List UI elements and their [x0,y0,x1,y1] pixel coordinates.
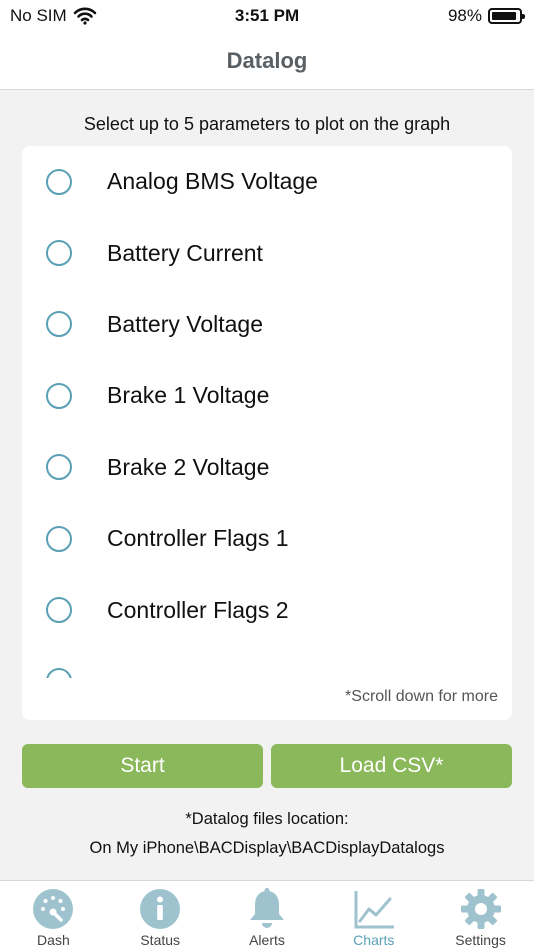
scroll-hint: *Scroll down for more [345,688,498,705]
parameter-list[interactable]: Analog BMS Voltage Battery Current Batte… [22,146,512,678]
tab-label: Alerts [249,932,285,948]
parameter-row[interactable]: Battery Current [22,217,512,288]
radio-button[interactable] [46,382,72,409]
instructions-text: Select up to 5 parameters to plot on the… [83,114,451,134]
radio-button[interactable] [46,597,72,624]
parameter-row[interactable]: Brake 2 Voltage [22,432,512,503]
parameter-label: Battery Current [107,239,263,266]
tab-label: Dash [37,932,70,948]
tab-label: Settings [455,932,506,948]
parameter-row[interactable]: Brake 1 Voltage [22,360,512,431]
radio-button[interactable] [46,525,72,552]
radio-button[interactable] [46,454,72,481]
status-bar: No SIM 3:51 PM 98% [0,0,534,32]
nav-bar: Datalog [0,32,534,90]
tab-charts[interactable]: Charts [320,881,427,950]
battery-percent: 98% [447,6,482,25]
info-icon [140,889,181,929]
tab-status[interactable]: Status [107,881,214,950]
chart-icon [354,891,394,929]
parameter-row[interactable]: Controller Flags 1 [22,503,512,574]
tab-dash[interactable]: Dash [0,881,107,950]
parameter-label: Controller Flags 2 [107,596,289,623]
status-bar-right: 98% [447,6,525,26]
radio-button[interactable] [46,168,72,195]
files-location-title: *Datalog files location: [185,810,349,828]
radio-button[interactable] [46,311,72,338]
parameter-card: Analog BMS Voltage Battery Current Batte… [22,146,512,720]
start-button[interactable]: Start [22,744,263,788]
bell-icon [249,888,284,928]
gear-icon [460,889,501,929]
page-title: Datalog [226,48,308,73]
tab-alerts[interactable]: Alerts [214,881,321,950]
parameter-label: Controller Flags 1 [107,525,289,552]
parameter-label: Brake 2 Voltage [107,453,270,480]
parameter-row[interactable]: Controller Flags 2 [22,574,512,645]
parameter-label: Analog BMS Voltage [107,168,318,195]
load-csv-button[interactable]: Load CSV* [271,744,512,788]
files-location-path: On My iPhone\BACDisplay\BACDisplayDatalo… [89,839,445,857]
tab-label: Charts [353,932,395,948]
tab-settings[interactable]: Settings [427,881,534,950]
gauge-icon [33,889,74,929]
parameter-row[interactable] [22,646,512,678]
radio-button[interactable] [46,668,72,678]
battery-icon [488,8,525,24]
tab-label: Status [140,932,181,948]
radio-button[interactable] [46,240,72,267]
tab-bar: Dash Status Alerts Charts Settings [0,880,534,950]
parameter-row[interactable]: Analog BMS Voltage [22,146,512,217]
parameter-row[interactable]: Battery Voltage [22,289,512,360]
parameter-label: Brake 1 Voltage [107,382,270,409]
parameter-label: Battery Voltage [107,310,263,337]
